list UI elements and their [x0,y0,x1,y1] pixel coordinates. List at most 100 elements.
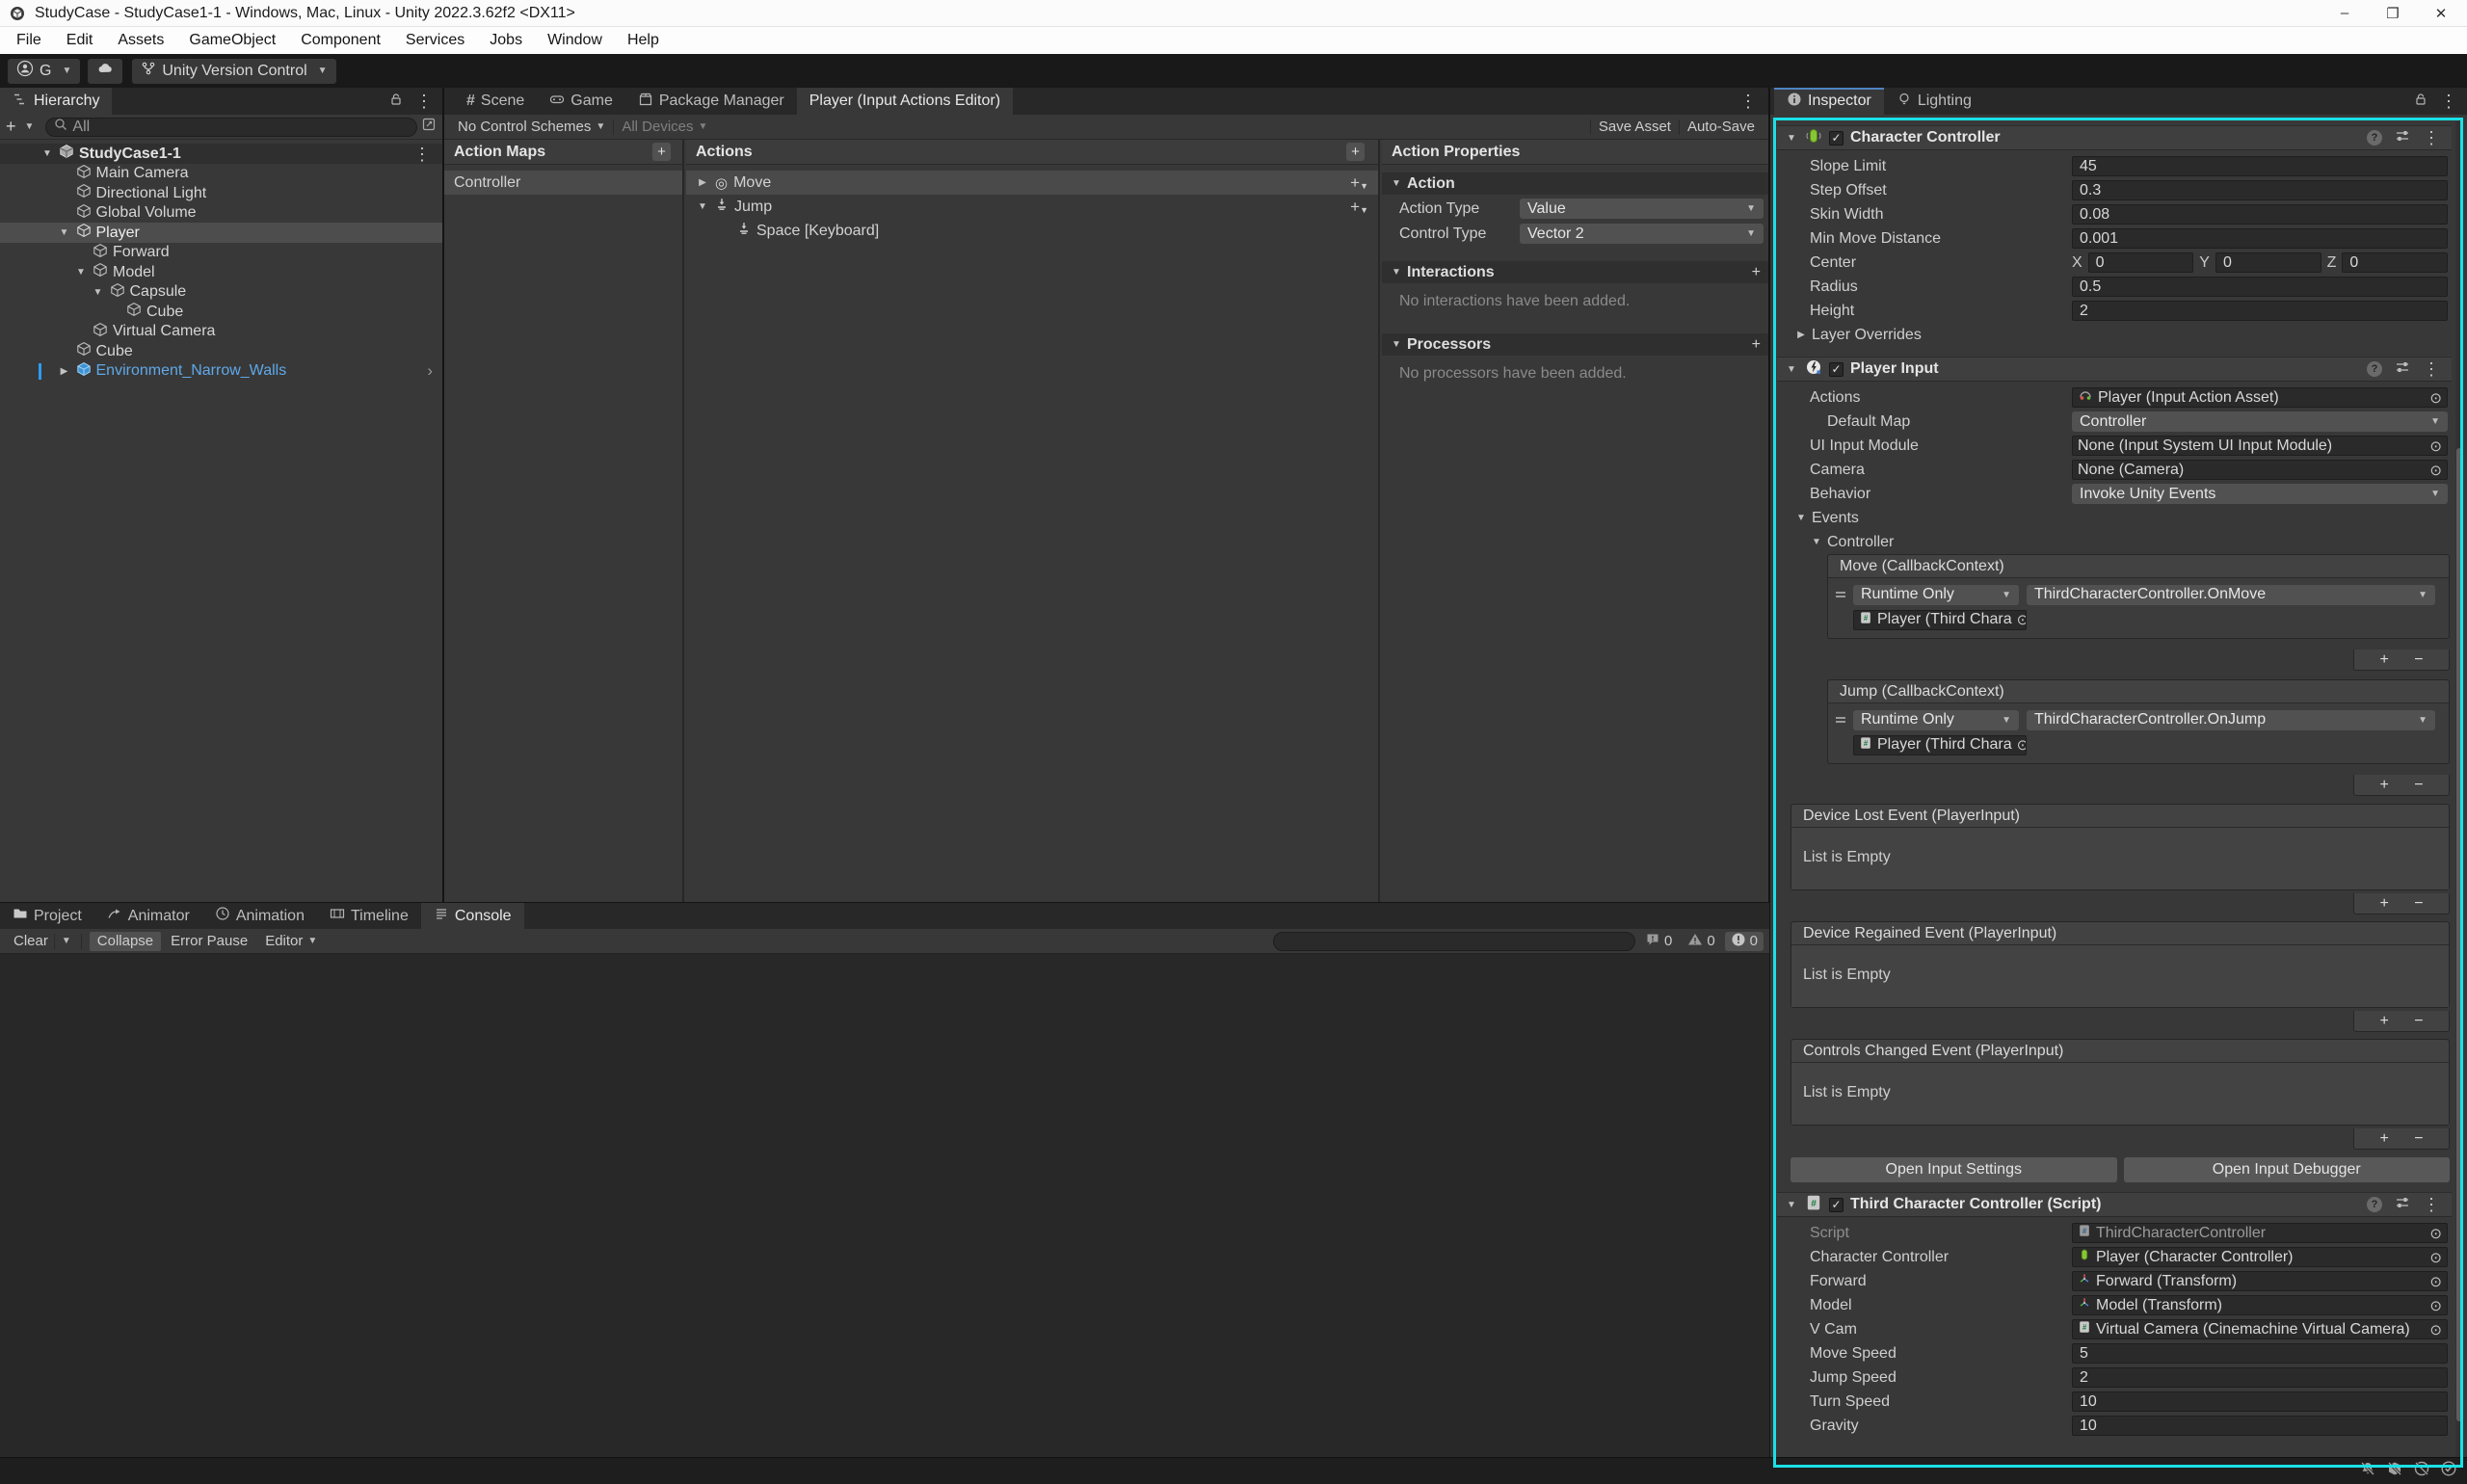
tab-inspector[interactable]: Inspector [1774,88,1884,115]
default-map-dropdown[interactable]: Controller▼ [2072,411,2448,432]
tab-package-manager[interactable]: Package Manager [625,88,797,115]
jump-speed-field[interactable]: 2 [2072,1367,2448,1388]
tree-item[interactable]: ▼ Capsule [0,282,442,303]
help-icon[interactable]: ? [2367,1197,2382,1212]
lock-icon[interactable] [389,93,403,111]
add-interaction-icon[interactable]: + [1752,264,1761,281]
add-binding-icon[interactable]: +▼ [1350,173,1368,193]
foldout-open-icon[interactable]: ▼ [40,148,54,159]
warning-count-badge[interactable]: 0 [1682,932,1720,951]
gravity-field[interactable]: 10 [2072,1416,2448,1436]
help-icon[interactable]: ? [2367,130,2382,146]
tab-scene[interactable]: # Scene [454,88,537,115]
drag-handle-icon[interactable] [1836,717,1845,723]
events-foldout[interactable]: ▼ Events [1777,506,2452,530]
layer-overrides-foldout[interactable]: ▶ Layer Overrides [1777,323,2452,347]
object-picker-icon[interactable]: ⊙ [2429,389,2442,407]
tree-item[interactable]: Main Camera [0,164,442,184]
kebab-menu-icon[interactable]: ⋮ [2423,129,2440,146]
editor-dropdown[interactable]: Editor ▼ [257,932,325,951]
restore-icon[interactable]: ❐ [2376,2,2409,25]
move-speed-field[interactable]: 5 [2072,1343,2448,1364]
control-schemes-dropdown[interactable]: No Control Schemes ▼ [450,118,613,137]
action-row-move[interactable]: ▶ ◎ Move +▼ [686,171,1378,195]
camera-object-field[interactable]: None (Camera)⊙ [2072,460,2448,480]
notifications-muted-icon[interactable] [2359,1460,2376,1482]
minimize-icon[interactable]: – [2328,2,2361,25]
save-asset-button[interactable]: Save Asset [1591,118,1679,137]
action-map-row-selected[interactable]: Controller [444,171,682,195]
tab-input-actions-editor[interactable]: Player (Input Actions Editor) [797,88,1013,115]
action-row-jump[interactable]: ▼ Jump +▼ [686,195,1378,219]
tree-item[interactable]: Cube [0,341,442,361]
console-log-area[interactable] [0,954,1769,1457]
menu-gameobject[interactable]: GameObject [176,27,288,54]
object-picker-icon[interactable]: ⊙ [2429,1249,2442,1266]
foldout-open-icon[interactable]: ▼ [1785,133,1798,144]
console-search-input[interactable] [1273,932,1635,951]
player-input-header[interactable]: ▼ ✓ Player Input ? ⋮ [1777,357,2452,382]
tree-item-scene[interactable]: ▼ StudyCase1-1 ⋮ [0,144,442,164]
menu-help[interactable]: Help [615,27,672,54]
add-binding-icon[interactable]: +▼ [1350,198,1368,217]
menu-jobs[interactable]: Jobs [477,27,535,54]
character-controller-object-field[interactable]: Player (Character Controller) ⊙ [2072,1247,2448,1267]
tab-timeline[interactable]: Timeline [317,903,421,929]
height-field[interactable]: 2 [2072,301,2448,321]
inspector-scrollbar[interactable] [2455,120,2463,1476]
clear-button[interactable]: Clear [6,932,52,951]
remove-event-icon[interactable]: − [2414,1130,2423,1148]
object-picker-icon[interactable]: ⊙ [2429,1297,2442,1314]
add-event-icon[interactable]: + [2379,1013,2388,1030]
remove-event-icon[interactable]: − [2414,895,2423,913]
foldout-open-icon[interactable]: ▼ [696,201,709,212]
foldout-closed-icon[interactable]: ▶ [58,366,71,377]
add-action-map-button[interactable]: + [652,143,671,161]
tree-item[interactable]: Global Volume [0,203,442,224]
kebab-menu-icon[interactable]: ⋮ [2440,93,2457,110]
foldout-open-icon[interactable]: ▼ [92,287,105,298]
actions-object-field[interactable]: Player (Input Action Asset) ⊙ [2072,387,2448,408]
tree-item-selected[interactable]: ▼ Player [0,223,442,243]
min-move-distance-field[interactable]: 0.001 [2072,228,2448,249]
foldout-open-icon[interactable]: ▼ [58,227,71,238]
control-type-dropdown[interactable]: Vector 2 ▼ [1520,224,1764,244]
tree-item[interactable]: ▼ Model [0,262,442,282]
error-pause-toggle[interactable]: Error Pause [163,932,255,951]
menu-file[interactable]: File [4,27,54,54]
object-picker-icon[interactable]: ⊙ [2017,736,2027,754]
info-count-badge[interactable]: 0 [1639,932,1678,951]
controller-foldout[interactable]: ▼ Controller [1777,530,2452,554]
tab-animator[interactable]: Animator [94,903,202,929]
add-event-icon[interactable]: + [2379,1130,2388,1148]
close-icon[interactable]: ✕ [2425,2,2457,25]
tab-lighting[interactable]: Lighting [1884,88,1984,115]
visibility-off-icon[interactable] [2413,1460,2430,1482]
radius-field[interactable]: 0.5 [2072,277,2448,297]
skin-width-field[interactable]: 0.08 [2072,204,2448,225]
hierarchy-search-input[interactable]: All [45,118,417,137]
foldout-open-icon[interactable]: ▼ [1785,1200,1798,1210]
scene-picker-icon[interactable] [421,117,437,137]
tree-item[interactable]: Directional Light [0,183,442,203]
tree-item-prefab[interactable]: ▶ Environment_Narrow_Walls › [0,361,442,382]
auto-save-toggle[interactable]: Auto-Save [1680,118,1763,137]
interactions-section-bar[interactable]: ▼ Interactions + [1382,261,1768,283]
kebab-menu-icon[interactable]: ⋮ [2423,1196,2440,1213]
kebab-menu-icon[interactable]: ⋮ [1739,93,1768,110]
action-section-bar[interactable]: ▼ Action [1382,172,1768,195]
object-picker-icon[interactable]: ⊙ [2429,1225,2442,1242]
cloud-button[interactable] [88,59,122,84]
step-offset-field[interactable]: 0.3 [2072,180,2448,200]
package-disabled-icon[interactable] [2386,1460,2403,1482]
menu-window[interactable]: Window [535,27,615,54]
tree-item[interactable]: Forward [0,243,442,263]
foldout-open-icon[interactable]: ▼ [74,267,88,278]
object-picker-icon[interactable]: ⊙ [2429,462,2442,479]
tab-game[interactable]: Game [537,88,625,115]
tab-animation[interactable]: Animation [202,903,317,929]
chevron-down-icon[interactable]: ▼ [25,121,35,132]
tab-console[interactable]: Console [421,903,524,929]
add-processor-icon[interactable]: + [1752,336,1761,354]
foldout-open-icon[interactable]: ▼ [1785,364,1798,375]
